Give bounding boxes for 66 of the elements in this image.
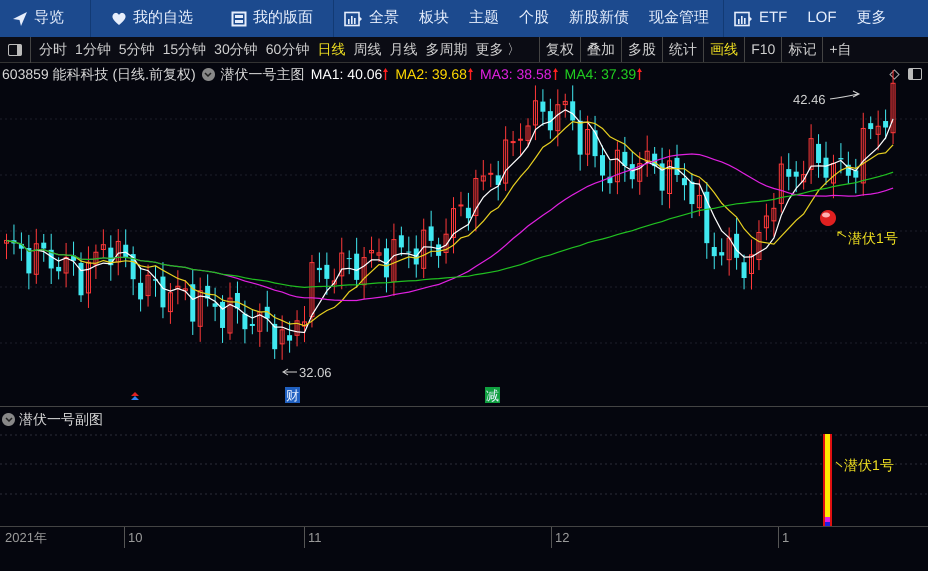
high-price-label: 42.46 <box>793 92 826 107</box>
tool-button[interactable]: 复权 <box>539 37 580 62</box>
axis-label: 10 <box>124 527 142 548</box>
nav-tab[interactable]: 个股 <box>509 0 559 37</box>
panel-icon <box>231 10 247 26</box>
period-tab[interactable]: 1分钟 <box>71 37 115 62</box>
leader-line <box>838 232 846 238</box>
leader-line <box>282 368 298 376</box>
period-tab[interactable]: 60分钟 <box>262 37 314 62</box>
signal-label: 潜伏1号 <box>844 457 894 473</box>
period-tab[interactable]: 日线 <box>313 37 350 62</box>
tool-button[interactable]: 标记 <box>781 37 822 62</box>
sidebar-toggle-icon[interactable] <box>8 44 22 56</box>
nav-tab[interactable]: 我的自选 <box>91 0 213 37</box>
double-arrow-icon <box>131 392 139 400</box>
leader-line <box>830 90 860 100</box>
nav-tab[interactable]: 更多 <box>846 0 897 37</box>
period-tab[interactable]: 周线 <box>349 37 386 62</box>
bar-chart-icon <box>344 10 363 26</box>
diamond-icon[interactable] <box>889 68 900 80</box>
nav-tab[interactable]: 板块 <box>409 0 459 37</box>
nav-tab[interactable]: ETF <box>724 0 798 37</box>
period-tab[interactable]: 5分钟 <box>114 37 159 62</box>
period-tab[interactable]: 更多 〉 <box>471 37 526 62</box>
ma-value: MA4: 37.39 <box>564 64 636 84</box>
period-tab[interactable]: 15分钟 <box>158 37 210 62</box>
period-tab[interactable]: 分时 <box>35 37 71 62</box>
tool-button[interactable]: 多股 <box>621 37 662 62</box>
axis-label: 12 <box>551 527 570 548</box>
panel-toggle-icon[interactable] <box>908 68 922 80</box>
heart-icon <box>111 10 127 26</box>
tool-button[interactable]: +自 <box>822 37 858 62</box>
up-arrow-icon <box>636 67 644 81</box>
up-arrow-icon <box>466 67 474 81</box>
nav-tab[interactable]: 新股新债 <box>559 0 639 37</box>
paper-plane-icon <box>12 10 28 26</box>
axis-label: 1 <box>778 527 790 548</box>
period-tab[interactable]: 30分钟 <box>210 37 262 62</box>
nav-tab[interactable]: 主题 <box>459 0 509 37</box>
low-price-label: 32.06 <box>299 365 332 380</box>
sub-chart-title[interactable]: 潜伏一号副图 <box>19 409 103 430</box>
nav-tab[interactable]: LOF <box>797 0 847 37</box>
tool-button[interactable]: F10 <box>744 37 782 62</box>
period-tab[interactable]: 多周期 <box>421 37 472 62</box>
axis-label: 2021年 <box>4 528 47 547</box>
tool-button[interactable]: 叠加 <box>580 37 622 62</box>
tool-button[interactable]: 统计 <box>662 37 704 62</box>
ma-value: MA3: 38.58 <box>480 64 552 84</box>
ma-value: MA2: 39.68 <box>395 64 467 84</box>
up-arrow-icon <box>382 67 390 81</box>
stock-title: 603859 能科科技 (日线.前复权) <box>2 64 196 84</box>
signal-label: 潜伏1号 <box>848 230 898 246</box>
axis-label: 11 <box>304 527 322 548</box>
signal-ball-icon <box>820 210 836 226</box>
event-marker: 减 <box>486 388 499 403</box>
event-marker: 财 <box>286 388 299 403</box>
up-arrow-icon <box>552 67 559 81</box>
indicator-name[interactable]: 潜伏一号主图 <box>220 64 305 84</box>
tool-button[interactable]: 画线 <box>703 37 744 62</box>
dropdown-icon[interactable] <box>2 413 15 426</box>
period-tab[interactable]: 月线 <box>385 37 422 62</box>
dropdown-icon[interactable] <box>202 68 215 80</box>
leader-line <box>836 462 842 468</box>
bar-chart-icon <box>734 10 753 26</box>
ma-value: MA1: 40.06 <box>310 64 382 84</box>
nav-tab[interactable]: 全景 <box>334 0 409 37</box>
